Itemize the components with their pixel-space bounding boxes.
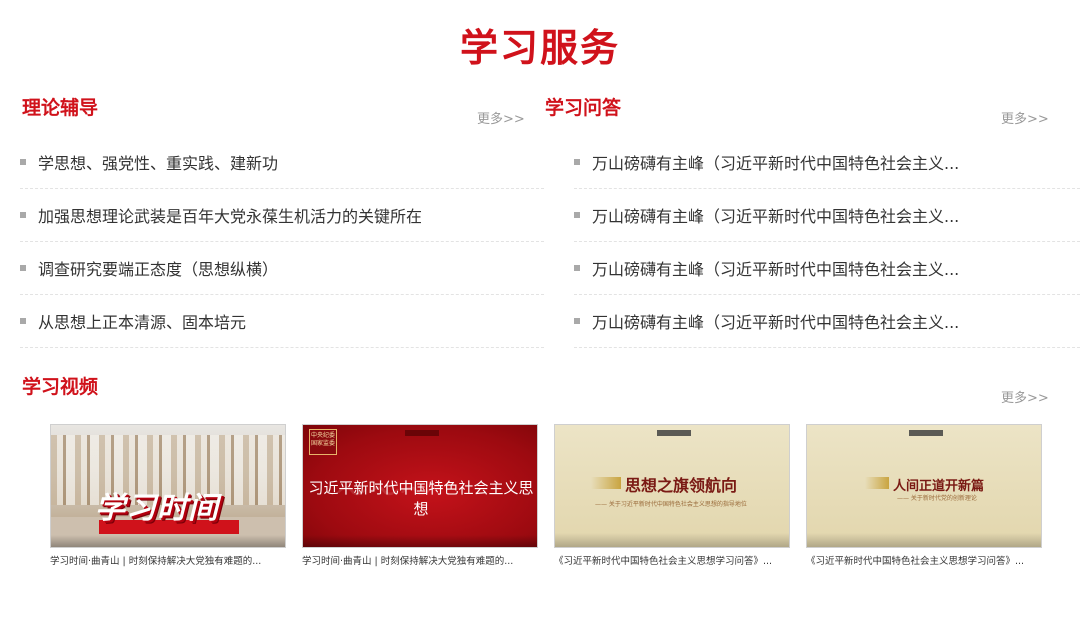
bullet-icon	[574, 318, 580, 324]
theory-list-item[interactable]: 调查研究要端正态度（思想纵横）	[20, 242, 544, 295]
theory-list-item[interactable]: 学思想、强党性、重实践、建新功	[20, 136, 544, 189]
brand-strip	[657, 430, 691, 436]
video-caption[interactable]: 《习近平新时代中国特色社会主义思想学习问答》...	[554, 555, 790, 569]
video-thumbnail[interactable]: 人间正道开新篇 —— 关于新时代党的创新理论	[806, 424, 1042, 548]
qa-list: 万山磅礴有主峰（习近平新时代中国特色社会主义... 万山磅礴有主峰（习近平新时代…	[574, 136, 1080, 348]
thumbnail-shade	[555, 533, 789, 547]
video-caption[interactable]: 《习近平新时代中国特色社会主义思想学习问答》...	[806, 555, 1042, 569]
video-card[interactable]: 学习时间 学习时间·曲青山 | 时刻保持解决大党独有难题的...	[50, 424, 286, 569]
section-title-qa: 学习问答	[545, 97, 622, 119]
thumbnail-subtitle: —— 关于新时代党的创新理论	[897, 495, 977, 502]
thumbnail-title: 思想之旗领航向	[625, 476, 738, 495]
section-title-video: 学习视频	[22, 376, 99, 398]
bullet-icon	[574, 212, 580, 218]
logo-badge: 中央纪委国家监委	[309, 429, 337, 455]
qa-list-item[interactable]: 万山磅礴有主峰（习近平新时代中国特色社会主义...	[574, 136, 1080, 189]
video-card[interactable]: 人间正道开新篇 —— 关于新时代党的创新理论 《习近平新时代中国特色社会主义思想…	[806, 424, 1042, 569]
gold-bar-graphic	[591, 477, 621, 489]
thumbnail-shade	[303, 535, 537, 547]
video-card[interactable]: 中央纪委国家监委 〜〜〜 习近平新时代中国特色社会主义思想 学习时间·曲青山 |…	[302, 424, 538, 569]
qa-list-item[interactable]: 万山磅礴有主峰（习近平新时代中国特色社会主义...	[574, 295, 1080, 348]
bullet-icon	[20, 159, 26, 165]
gold-bar-graphic	[865, 477, 889, 489]
thumbnail-shade	[807, 533, 1041, 547]
brand-strip	[405, 430, 439, 436]
video-more-link[interactable]: 更多>>	[1001, 390, 1049, 408]
video-caption[interactable]: 学习时间·曲青山 | 时刻保持解决大党独有难题的...	[50, 555, 286, 569]
video-thumbnail[interactable]: 中央纪委国家监委 〜〜〜 习近平新时代中国特色社会主义思想	[302, 424, 538, 548]
theory-list-item[interactable]: 加强思想理论武装是百年大党永葆生机活力的关键所在	[20, 189, 544, 242]
video-caption[interactable]: 学习时间·曲青山 | 时刻保持解决大党独有难题的...	[302, 555, 538, 569]
qa-list-item[interactable]: 万山磅礴有主峰（习近平新时代中国特色社会主义...	[574, 242, 1080, 295]
thumbnail-shade	[51, 535, 285, 547]
theory-list: 学思想、强党性、重实践、建新功 加强思想理论武装是百年大党永葆生机活力的关键所在…	[20, 136, 544, 348]
bullet-icon	[574, 265, 580, 271]
thumbnail-title: 习近平新时代中国特色社会主义思想	[308, 479, 534, 518]
section-title-theory: 理论辅导	[22, 97, 99, 119]
theory-more-link[interactable]: 更多>>	[477, 111, 525, 129]
thumbnail-subtitle: —— 关于习近平新时代中国特色社会主义思想的指导地位	[595, 501, 747, 508]
page-title: 学习服务	[459, 26, 620, 70]
bullet-icon	[20, 318, 26, 324]
thumbnail-title: 学习时间	[95, 491, 219, 526]
video-thumbnail[interactable]: 学习时间	[50, 424, 286, 548]
bullet-icon	[574, 159, 580, 165]
bullet-icon	[20, 265, 26, 271]
video-card[interactable]: 思想之旗领航向 —— 关于习近平新时代中国特色社会主义思想的指导地位 《习近平新…	[554, 424, 790, 569]
thumbnail-title: 人间正道开新篇	[893, 479, 985, 494]
brand-strip	[909, 430, 943, 436]
video-thumbnail[interactable]: 思想之旗领航向 —— 关于习近平新时代中国特色社会主义思想的指导地位	[554, 424, 790, 548]
video-grid: 学习时间 学习时间·曲青山 | 时刻保持解决大党独有难题的... 中央纪委国家监…	[50, 424, 1050, 574]
theory-list-item[interactable]: 从思想上正本清源、固本培元	[20, 295, 544, 348]
bullet-icon	[20, 212, 26, 218]
qa-more-link[interactable]: 更多>>	[1001, 111, 1049, 129]
qa-list-item[interactable]: 万山磅礴有主峰（习近平新时代中国特色社会主义...	[574, 189, 1080, 242]
